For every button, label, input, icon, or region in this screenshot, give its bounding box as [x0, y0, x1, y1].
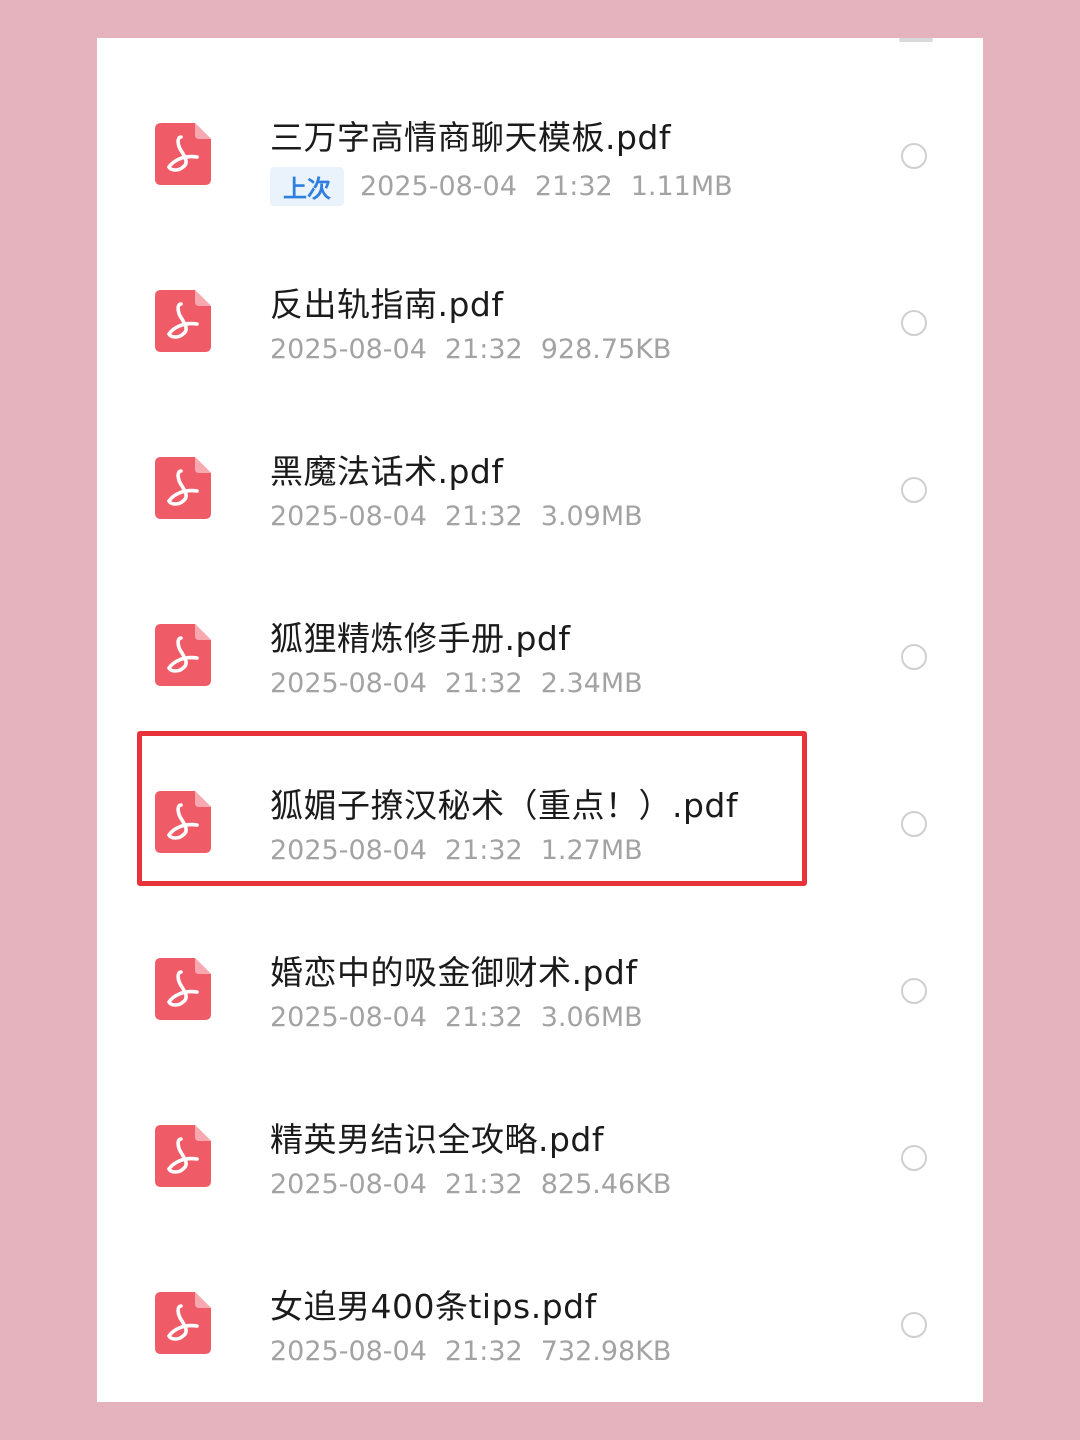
file-size: 2.34MB	[540, 668, 643, 699]
select-radio[interactable]	[901, 1312, 927, 1338]
file-time: 21:32	[444, 334, 523, 365]
file-list-panel: 三万字高情商聊天模板.pdf 上次 2025-08-04 21:32 1.11M…	[97, 38, 983, 1402]
file-date: 2025-08-04	[270, 1169, 427, 1200]
pdf-file-icon	[155, 624, 211, 686]
file-meta: 2025-08-04 21:32 2.34MB	[270, 668, 643, 699]
file-time: 21:32	[444, 668, 523, 699]
file-size: 732.98KB	[540, 1336, 672, 1367]
top-edge-mark	[899, 38, 933, 42]
file-date: 2025-08-04	[270, 334, 427, 365]
file-size: 928.75KB	[540, 334, 672, 365]
file-name: 反出轨指南.pdf	[270, 285, 504, 324]
file-date: 2025-08-04	[270, 668, 427, 699]
file-size: 3.09MB	[540, 501, 643, 532]
file-time: 21:32	[444, 1002, 523, 1033]
file-size: 1.11MB	[630, 171, 733, 202]
select-radio[interactable]	[901, 477, 927, 503]
file-name: 狐狸精炼修手册.pdf	[270, 619, 571, 658]
file-row-2[interactable]: 反出轨指南.pdf 2025-08-04 21:32 928.75KB	[97, 258, 983, 425]
file-date: 2025-08-04	[270, 501, 427, 532]
file-time: 21:32	[444, 501, 523, 532]
file-date: 2025-08-04	[360, 171, 517, 202]
file-row-1[interactable]: 三万字高情商聊天模板.pdf 上次 2025-08-04 21:32 1.11M…	[97, 91, 983, 258]
file-name: 精英男结识全攻略.pdf	[270, 1120, 605, 1159]
file-size: 3.06MB	[540, 1002, 643, 1033]
pdf-file-icon	[155, 457, 211, 519]
pdf-file-icon	[155, 1125, 211, 1187]
pdf-file-icon	[155, 958, 211, 1020]
file-name: 婚恋中的吸金御财术.pdf	[270, 953, 638, 992]
file-meta: 2025-08-04 21:32 3.06MB	[270, 1002, 643, 1033]
file-row-3[interactable]: 黑魔法话术.pdf 2025-08-04 21:32 3.09MB	[97, 425, 983, 592]
file-time: 21:32	[444, 1336, 523, 1367]
select-radio[interactable]	[901, 978, 927, 1004]
pdf-file-icon	[155, 290, 211, 352]
pdf-file-icon	[155, 123, 211, 185]
file-meta: 上次 2025-08-04 21:32 1.11MB	[270, 167, 733, 206]
file-date: 2025-08-04	[270, 1002, 427, 1033]
select-radio[interactable]	[901, 644, 927, 670]
file-name: 三万字高情商聊天模板.pdf	[270, 118, 672, 157]
file-row-7[interactable]: 精英男结识全攻略.pdf 2025-08-04 21:32 825.46KB	[97, 1093, 983, 1260]
file-meta: 2025-08-04 21:32 825.46KB	[270, 1169, 671, 1200]
select-radio[interactable]	[901, 310, 927, 336]
select-radio[interactable]	[901, 811, 927, 837]
select-radio[interactable]	[901, 1145, 927, 1171]
file-time: 21:32	[444, 1169, 523, 1200]
select-radio[interactable]	[901, 143, 927, 169]
last-opened-badge: 上次	[270, 167, 344, 206]
file-time: 21:32	[534, 171, 613, 202]
file-meta: 2025-08-04 21:32 928.75KB	[270, 334, 671, 365]
file-meta: 2025-08-04 21:32 732.98KB	[270, 1336, 671, 1367]
file-name: 黑魔法话术.pdf	[270, 452, 504, 491]
file-row-8[interactable]: 女追男400条tips.pdf 2025-08-04 21:32 732.98K…	[97, 1260, 983, 1402]
file-date: 2025-08-04	[270, 1336, 427, 1367]
file-size: 825.46KB	[540, 1169, 672, 1200]
file-name: 女追男400条tips.pdf	[270, 1287, 597, 1326]
file-meta: 2025-08-04 21:32 3.09MB	[270, 501, 643, 532]
pdf-file-icon	[155, 1292, 211, 1354]
file-row-6[interactable]: 婚恋中的吸金御财术.pdf 2025-08-04 21:32 3.06MB	[97, 926, 983, 1093]
highlight-box	[137, 731, 807, 886]
